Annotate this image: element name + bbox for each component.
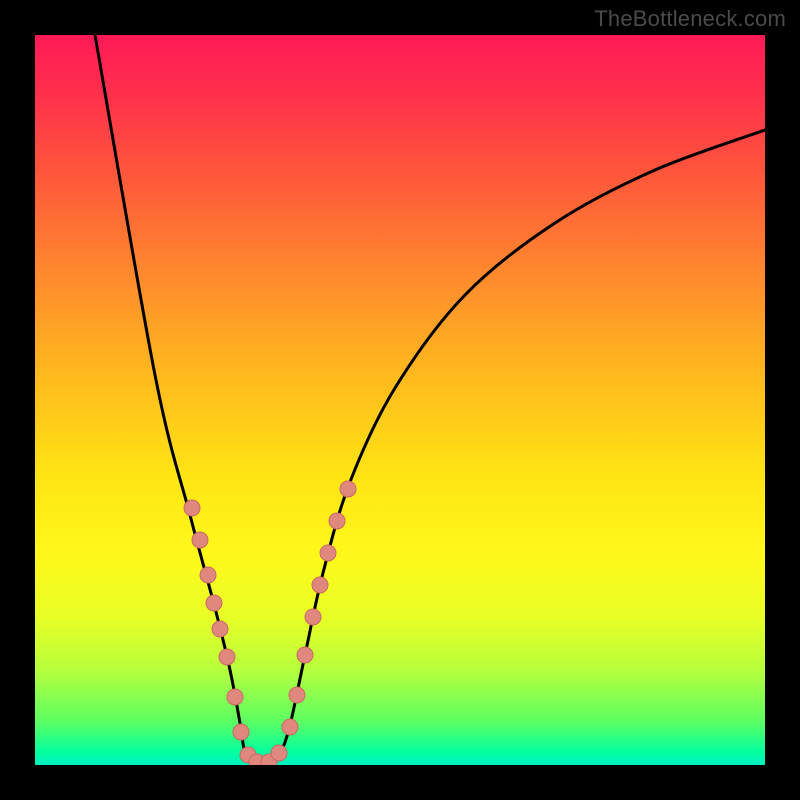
data-marker — [305, 609, 321, 625]
data-marker — [320, 545, 336, 561]
data-marker — [184, 500, 200, 516]
marker-group — [184, 481, 356, 765]
bottleneck-curve — [95, 35, 765, 763]
curve-layer — [35, 35, 765, 765]
plot-area — [35, 35, 765, 765]
data-marker — [192, 532, 208, 548]
data-marker — [289, 687, 305, 703]
data-marker — [219, 649, 235, 665]
data-marker — [200, 567, 216, 583]
data-marker — [233, 724, 249, 740]
watermark-text: TheBottleneck.com — [594, 6, 786, 32]
data-marker — [340, 481, 356, 497]
data-marker — [297, 647, 313, 663]
data-marker — [206, 595, 222, 611]
data-marker — [312, 577, 328, 593]
data-marker — [227, 689, 243, 705]
data-marker — [212, 621, 228, 637]
data-marker — [282, 719, 298, 735]
chart-frame: TheBottleneck.com — [0, 0, 800, 800]
data-marker — [329, 513, 345, 529]
data-marker — [271, 745, 287, 761]
